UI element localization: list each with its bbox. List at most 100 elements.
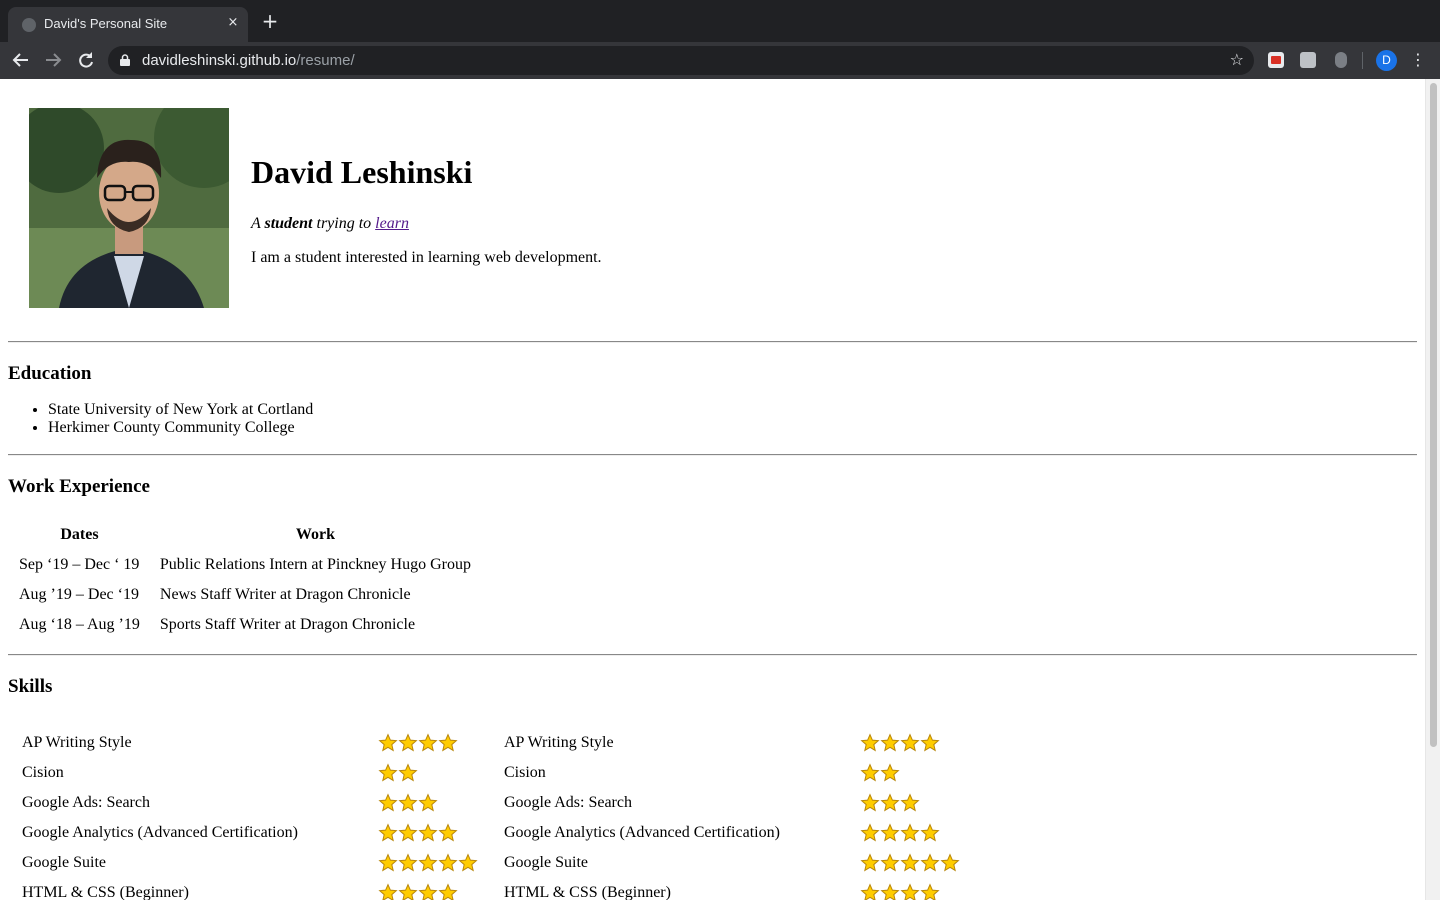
work-dates: Aug ’19 – Dec ‘19 [19, 586, 139, 603]
star-icon [378, 853, 398, 872]
star-icon [458, 853, 478, 872]
extension-icon[interactable] [1268, 52, 1284, 68]
table-row: Aug ’19 – Dec ‘19 News Staff Writer at D… [10, 581, 480, 609]
url-host: davidleshinski.github.io [142, 52, 297, 69]
star-icon [398, 883, 418, 900]
skill-rating [860, 879, 972, 900]
skill-rating [860, 759, 972, 787]
page-viewport: David Leshinski A student trying to lear… [0, 79, 1425, 900]
work-title: News Staff Writer at Dragon Chronicle [159, 586, 411, 603]
tagline: A student trying to learn [251, 215, 409, 233]
divider [8, 454, 1417, 456]
reload-icon [79, 52, 93, 68]
page-title: David Leshinski [251, 154, 473, 190]
skills-table: AP Writing Style AP Writing Style Cision… [8, 727, 974, 900]
intro-text: I am a student interested in learning we… [251, 249, 602, 266]
scrollbar-thumb[interactable] [1430, 83, 1437, 747]
star-icon [418, 793, 438, 812]
star-icon [880, 763, 900, 782]
skill-rating [378, 729, 490, 757]
star-icon [860, 733, 880, 752]
extension-icon[interactable] [1335, 52, 1347, 68]
star-icon [438, 733, 458, 752]
star-icon [418, 853, 438, 872]
skill-name: Google Ads: Search [504, 794, 632, 811]
star-icon [418, 733, 438, 752]
new-tab-button[interactable]: + [258, 11, 282, 31]
star-icon [398, 793, 418, 812]
back-button[interactable] [8, 48, 34, 72]
bookmark-star-icon[interactable]: ☆ [1230, 50, 1244, 70]
address-bar[interactable]: davidleshinski.github.io/resume/ ☆ [108, 46, 1254, 75]
star-icon [860, 853, 880, 872]
tagline-prefix: A [251, 215, 265, 232]
table-row: Google Suite Google Suite [10, 849, 972, 877]
tab-strip: David's Personal Site × + [0, 0, 1440, 42]
skill-name: Cision [22, 764, 64, 781]
star-icon [860, 823, 880, 842]
skill-name: Google Analytics (Advanced Certification… [504, 824, 780, 841]
table-row: Google Analytics (Advanced Certification… [10, 819, 972, 847]
skill-rating [378, 849, 490, 877]
column-header-work: Work [295, 526, 335, 543]
table-header-row: Dates Work [10, 521, 480, 549]
star-icon [920, 823, 940, 842]
work-dates: Sep ‘19 – Dec ‘ 19 [19, 556, 140, 573]
skill-rating [378, 879, 490, 900]
skill-name: HTML & CSS (Beginner) [504, 884, 671, 900]
skill-name: Cision [504, 764, 546, 781]
column-header-dates: Dates [60, 526, 99, 543]
skill-rating [378, 819, 490, 847]
work-heading: Work Experience [8, 476, 150, 497]
profile-avatar[interactable]: D [1376, 50, 1397, 71]
star-icon [900, 823, 920, 842]
star-icon [920, 733, 940, 752]
skill-name: Google Ads: Search [22, 794, 150, 811]
skill-name: Google Analytics (Advanced Certification… [22, 824, 298, 841]
star-icon [880, 853, 900, 872]
star-icon [880, 733, 900, 752]
star-icon [398, 853, 418, 872]
star-icon [880, 793, 900, 812]
tagline-middle: trying to [312, 215, 376, 232]
star-icon [378, 793, 398, 812]
profile-photo-image [29, 108, 229, 308]
star-icon [880, 883, 900, 900]
education-heading: Education [8, 363, 92, 384]
star-icon [920, 853, 940, 872]
skill-rating [860, 729, 972, 757]
close-tab-icon[interactable]: × [224, 13, 242, 33]
forward-button[interactable] [40, 48, 66, 72]
star-icon [378, 733, 398, 752]
skill-rating [378, 759, 490, 787]
star-icon [438, 823, 458, 842]
arrow-left-icon [12, 53, 28, 67]
arrow-right-icon [46, 53, 62, 67]
table-row: HTML & CSS (Beginner) HTML & CSS (Beginn… [10, 879, 972, 900]
browser-tab[interactable]: David's Personal Site × [8, 7, 248, 42]
star-icon [438, 853, 458, 872]
star-icon [378, 823, 398, 842]
extension-icon[interactable] [1300, 52, 1316, 68]
work-title: Sports Staff Writer at Dragon Chronicle [159, 616, 416, 633]
divider [8, 341, 1417, 343]
reload-button[interactable] [73, 48, 99, 72]
table-row: AP Writing Style AP Writing Style [10, 729, 972, 757]
star-icon [418, 883, 438, 900]
work-title: Public Relations Intern at Pinckney Hugo… [159, 556, 471, 573]
table-row: Aug ‘18 – Aug ’19 Sports Staff Writer at… [10, 611, 480, 639]
star-icon [900, 793, 920, 812]
skill-rating [378, 789, 490, 817]
work-table: Dates Work Sep ‘19 – Dec ‘ 19 Public Rel… [8, 519, 482, 641]
work-dates: Aug ‘18 – Aug ’19 [19, 616, 140, 633]
table-row: Cision Cision [10, 759, 972, 787]
star-icon [438, 883, 458, 900]
learn-link[interactable]: learn [375, 215, 409, 232]
kebab-menu-icon[interactable]: ⋮ [1408, 48, 1428, 72]
lock-icon [120, 54, 130, 66]
star-icon [418, 823, 438, 842]
vertical-scrollbar[interactable] [1425, 79, 1440, 900]
skill-name: AP Writing Style [22, 734, 132, 751]
skill-rating [860, 849, 972, 877]
favicon-icon [22, 18, 36, 32]
